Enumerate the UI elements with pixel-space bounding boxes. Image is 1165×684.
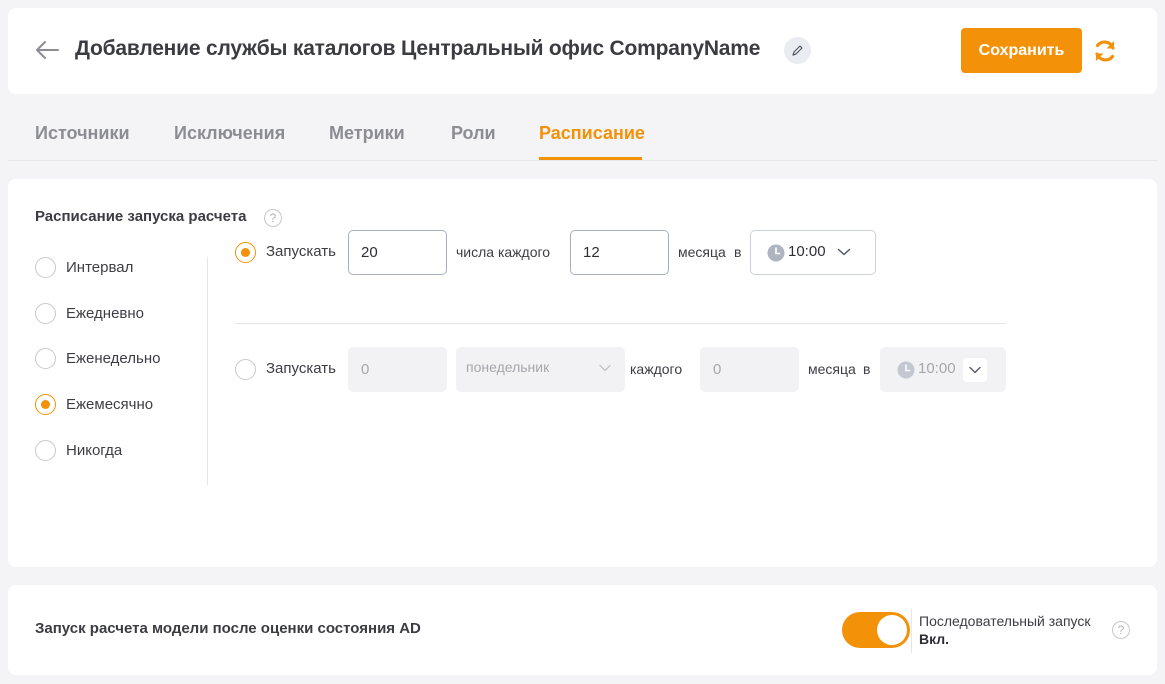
horizontal-divider [235,323,1006,324]
chevron-down-icon [969,366,981,374]
tabs-bar: Источники Исключения Метрики Роли Распис… [8,112,1157,161]
day-input[interactable] [348,230,447,275]
vertical-divider [207,257,208,485]
month-interval-input-2[interactable] [700,347,799,392]
radio-interval[interactable] [35,257,56,278]
radio-interval-label: Интервал [66,259,134,276]
clock-icon [767,244,785,262]
sequential-run-label: Последовательный запуск [919,613,1091,629]
back-arrow-icon[interactable] [34,38,60,62]
day-suffix: числа каждого [456,244,551,260]
toggle-divider [911,609,912,653]
model-run-title: Запуск расчета модели после оценки состо… [35,620,421,637]
tab-metrics[interactable]: Метрики [329,123,405,144]
radio-run-by-date[interactable] [235,242,256,263]
tab-roles[interactable]: Роли [451,123,496,144]
chevron-down-icon [599,364,611,372]
time-value-2: 10:00 [918,360,956,377]
help-icon[interactable]: ? [264,209,282,227]
active-tab-indicator [539,157,642,160]
run-label: Запускать [266,243,336,260]
save-button[interactable]: Сохранить [961,28,1082,73]
at-label-2: в [863,361,871,377]
radio-monthly[interactable] [35,394,56,415]
time-select-2[interactable]: 10:00 [880,347,1006,392]
header-card: Добавление службы каталогов Центральный … [8,8,1157,94]
radio-daily-label: Ежедневно [66,305,145,322]
at-label: в [734,244,742,260]
radio-run-by-weekday[interactable] [235,359,256,380]
radio-never[interactable] [35,440,56,461]
tab-schedule[interactable]: Расписание [539,123,645,144]
edit-title-button[interactable] [784,37,811,64]
page-title: Добавление службы каталогов Центральный … [75,37,761,60]
sequential-run-status: Вкл. [919,631,950,647]
schedule-card: Расписание запуска расчета ? Интервал Еж… [8,179,1157,567]
month-label: месяца [678,244,726,260]
run-label-2: Запускать [266,360,336,377]
weekday-value: понедельник [466,359,550,375]
radio-weekly[interactable] [35,348,56,369]
time-dropdown-button[interactable] [963,358,987,382]
model-run-card: Запуск расчета модели после оценки состо… [8,585,1157,675]
tab-exclusions[interactable]: Исключения [174,123,285,144]
pencil-icon [792,45,803,56]
week-number-input[interactable] [348,347,447,392]
help-icon[interactable]: ? [1112,621,1130,639]
every-label: каждого [630,361,683,377]
toggle-knob [877,615,907,645]
refresh-icon[interactable] [1091,37,1119,65]
month-interval-input[interactable] [570,230,669,275]
sequential-run-toggle[interactable] [842,612,910,648]
chevron-down-icon [837,248,851,256]
schedule-title: Расписание запуска расчета [35,208,247,225]
month-label-2: месяца [808,361,856,377]
weekday-select[interactable]: понедельник [456,347,625,392]
radio-weekly-label: Еженедельно [66,350,161,367]
clock-icon [897,361,915,379]
radio-daily[interactable] [35,303,56,324]
radio-never-label: Никогда [66,442,123,459]
time-value: 10:00 [788,243,826,260]
tab-sources[interactable]: Источники [35,123,130,144]
time-select[interactable]: 10:00 [750,230,876,275]
radio-monthly-label: Ежемесячно [66,396,154,413]
